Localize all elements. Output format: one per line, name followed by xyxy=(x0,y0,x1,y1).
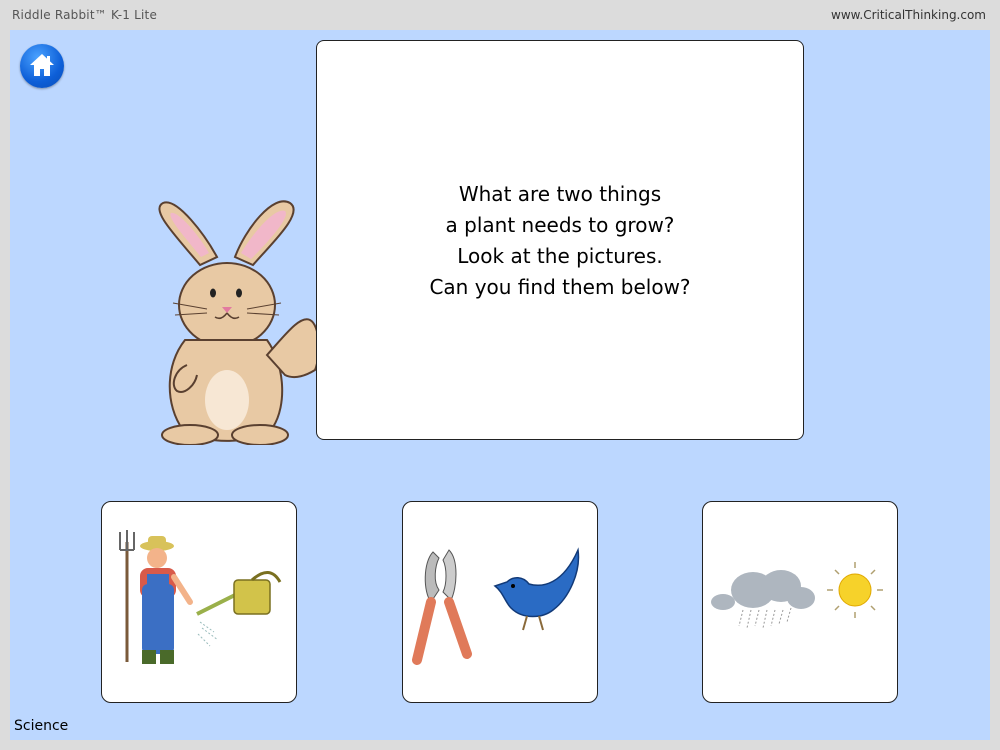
app-title: Riddle Rabbit™ K-1 Lite xyxy=(12,8,158,22)
rain-cloud-icon xyxy=(711,570,815,629)
title-bar: Riddle Rabbit™ K-1 Lite www.CriticalThin… xyxy=(0,0,1000,30)
answer-choice-3[interactable] xyxy=(702,501,898,703)
bird-icon xyxy=(493,547,580,631)
website-link[interactable]: www.CriticalThinking.com xyxy=(831,8,986,22)
riddle-card: What are two things a plant needs to gro… xyxy=(316,40,804,440)
answer-choice-2[interactable] xyxy=(402,501,598,703)
answer-choice-1[interactable] xyxy=(101,501,297,703)
home-icon xyxy=(30,54,54,76)
sun-icon xyxy=(827,562,883,618)
farmer-icon xyxy=(119,530,193,664)
home-button[interactable] xyxy=(20,44,64,88)
riddle-line: a plant needs to grow? xyxy=(445,213,675,237)
subject-label: Science xyxy=(14,718,69,734)
watering-can-icon xyxy=(196,571,282,647)
rabbit-illustration xyxy=(158,200,320,445)
game-stage: What are two things a plant needs to gro… xyxy=(10,30,990,740)
pruning-shears-icon xyxy=(412,549,472,665)
riddle-line: Look at the pictures. xyxy=(457,244,663,268)
riddle-text: What are two things a plant needs to gro… xyxy=(317,179,803,303)
riddle-line: Can you find them below? xyxy=(429,275,691,299)
riddle-line: What are two things xyxy=(458,182,662,206)
